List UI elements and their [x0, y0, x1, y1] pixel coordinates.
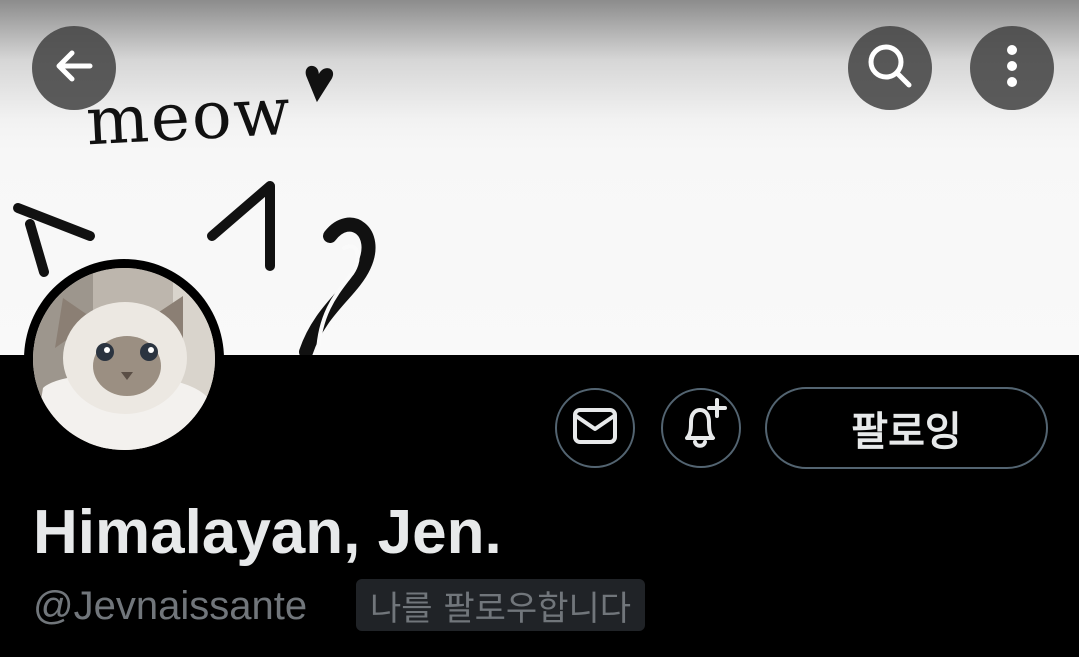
notify-button[interactable] — [661, 388, 741, 468]
more-options-button[interactable] — [970, 26, 1054, 110]
following-button[interactable]: 팔로잉 — [765, 387, 1048, 469]
arrow-left-icon — [50, 42, 98, 94]
back-button[interactable] — [32, 26, 116, 110]
search-icon — [864, 40, 916, 96]
avatar-image — [33, 268, 215, 450]
display-name: Himalayan, Jen. — [33, 498, 502, 567]
envelope-icon — [572, 406, 618, 450]
follows-you-badge: 나를 팔로우합니다 — [356, 579, 646, 631]
bell-plus-icon — [673, 398, 729, 458]
search-button[interactable] — [848, 26, 932, 110]
profile-avatar[interactable] — [24, 259, 224, 459]
more-vertical-icon — [1002, 42, 1022, 94]
user-handle: @Jevnaissante — [33, 584, 308, 628]
message-button[interactable] — [555, 388, 635, 468]
